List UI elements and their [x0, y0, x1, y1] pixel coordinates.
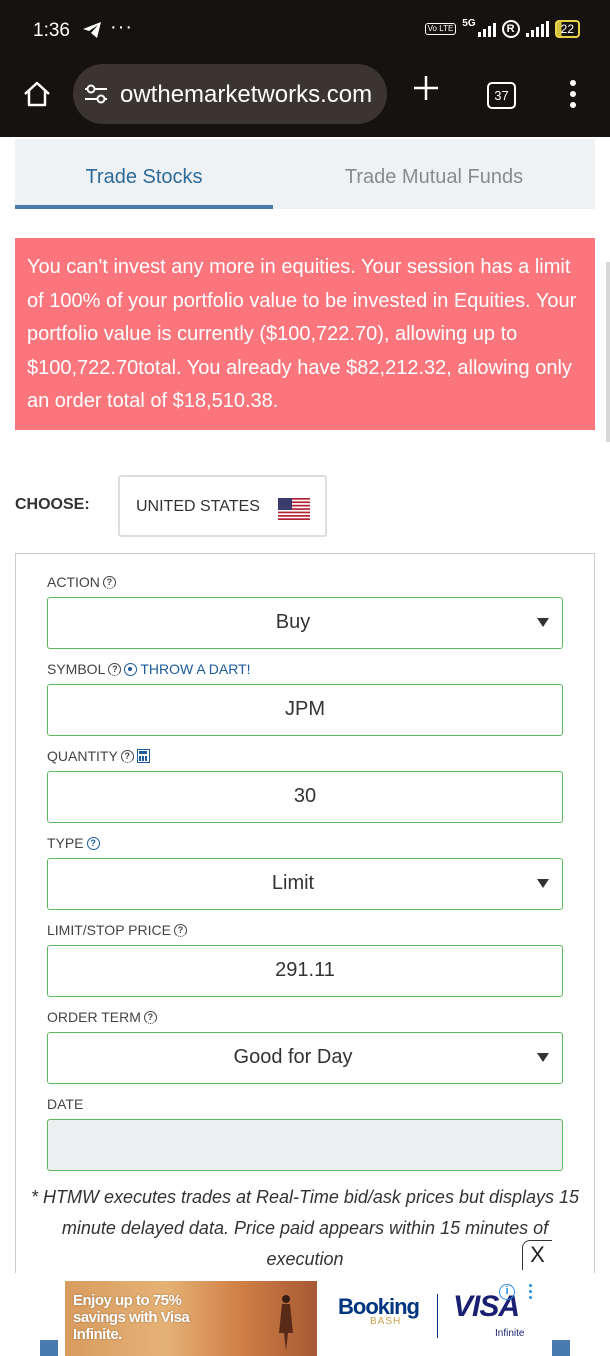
address-bar[interactable]: owthemarketworks.com	[73, 64, 387, 124]
ad-figure-image	[279, 1295, 293, 1351]
home-button[interactable]	[22, 80, 52, 113]
new-tab-button[interactable]	[412, 72, 440, 108]
calculator-icon[interactable]	[136, 749, 150, 763]
symbol-label: SYMBOL	[47, 661, 106, 677]
action-select[interactable]: Buy	[47, 597, 563, 649]
tab-trade-stocks[interactable]: Trade Stocks	[15, 139, 273, 209]
ad-close-button[interactable]: X	[522, 1240, 552, 1270]
url-text[interactable]: owthemarketworks.com	[120, 81, 382, 109]
limit-price-label-group: LIMIT/STOP PRICE ?	[47, 922, 187, 938]
volte-icon: Vo LTE	[424, 23, 457, 35]
us-flag-icon	[278, 498, 310, 525]
page-edge-decoration	[552, 1340, 570, 1356]
limit-price-label: LIMIT/STOP PRICE	[47, 922, 171, 938]
page-scrollbar[interactable]	[606, 262, 610, 442]
dropdown-caret-icon	[537, 618, 549, 627]
status-time: 1:36	[33, 20, 70, 41]
tab-trade-mutual-funds[interactable]: Trade Mutual Funds	[273, 139, 595, 209]
roaming-icon: R	[501, 20, 520, 38]
help-icon[interactable]: ?	[143, 1010, 157, 1024]
delay-disclaimer: * HTMW executes trades at Real-Time bid/…	[30, 1187, 580, 1269]
action-label-group: ACTION ?	[47, 574, 116, 590]
throw-a-dart-link[interactable]: THROW A DART!	[124, 661, 251, 677]
help-icon[interactable]: ?	[173, 923, 187, 937]
limit-price-value: 291.11	[275, 959, 335, 981]
date-input	[47, 1119, 563, 1171]
browser-menu-icon[interactable]	[566, 80, 580, 113]
type-label-group: TYPE ?	[47, 835, 100, 851]
order-term-value: Good for Day	[233, 1046, 353, 1068]
order-term-select[interactable]: Good for Day	[47, 1032, 563, 1084]
ad-info-icon[interactable]: i	[499, 1284, 515, 1300]
type-label: TYPE	[47, 835, 84, 851]
home-icon	[24, 81, 50, 107]
quantity-label-group: QUANTITY ?	[47, 748, 150, 764]
tab-switcher-button[interactable]: 37	[487, 82, 516, 109]
choose-label: CHOOSE:	[15, 496, 90, 513]
symbol-value: JPM	[285, 698, 325, 720]
quantity-input[interactable]: 30	[47, 771, 563, 823]
ad-banner[interactable]: Enjoy up to 75% savings with Visa Infini…	[40, 1272, 570, 1356]
help-icon[interactable]: ?	[120, 749, 134, 763]
site-settings-icon[interactable]	[83, 83, 109, 110]
action-value: Buy	[275, 611, 311, 633]
network-5g-label: 5G	[462, 17, 476, 29]
help-icon[interactable]: ?	[108, 662, 122, 676]
help-icon[interactable]: ?	[86, 836, 100, 850]
limit-price-input[interactable]: 291.11	[47, 945, 563, 997]
symbol-input[interactable]: JPM	[47, 684, 563, 736]
date-label-group: DATE	[47, 1096, 83, 1112]
booking-bash-label: BASH	[370, 1316, 402, 1327]
dropdown-caret-icon	[537, 879, 549, 888]
order-type-select[interactable]: Limit	[47, 858, 563, 910]
action-label: ACTION	[47, 574, 100, 590]
order-term-label-group: ORDER TERM ?	[47, 1009, 157, 1025]
signal-icon-2	[525, 21, 549, 37]
more-notifications-icon: ···	[110, 16, 133, 38]
dropdown-caret-icon	[537, 1053, 549, 1062]
order-term-label: ORDER TERM	[47, 1009, 141, 1025]
battery-icon: 22	[554, 20, 580, 38]
ad-image[interactable]: Enjoy up to 75% savings with Visa Infini…	[65, 1281, 317, 1356]
ad-options-icon[interactable]	[529, 1284, 532, 1302]
plus-icon	[414, 76, 438, 100]
equity-limit-alert: You can't invest any more in equities. Y…	[15, 238, 595, 430]
quantity-label: QUANTITY	[47, 748, 118, 764]
date-label: DATE	[47, 1096, 84, 1112]
browser-toolbar: owthemarketworks.com 37	[0, 62, 610, 137]
visa-infinite-label: Infinite	[495, 1328, 525, 1339]
target-icon	[124, 662, 138, 676]
order-type-value: Limit	[271, 872, 315, 894]
quantity-value: 30	[293, 785, 317, 807]
country-selector[interactable]: UNITED STATES	[118, 475, 327, 537]
page-edge-decoration	[40, 1340, 58, 1356]
throw-a-dart-label: THROW A DART!	[140, 661, 251, 677]
telegram-icon	[82, 21, 102, 44]
trade-tabs: Trade Stocks Trade Mutual Funds	[15, 139, 595, 209]
country-name: UNITED STATES	[136, 498, 260, 515]
signal-icon	[477, 21, 496, 37]
status-bar: 1:36 ··· Vo LTE 5G R 22	[0, 0, 610, 62]
status-icons: Vo LTE 5G R 22	[424, 17, 580, 38]
symbol-label-group: SYMBOL ? THROW A DART!	[47, 661, 251, 677]
ad-headline: Enjoy up to 75% savings with Visa Infini…	[73, 1292, 190, 1343]
help-icon[interactable]: ?	[102, 575, 116, 589]
ad-divider	[437, 1294, 438, 1338]
